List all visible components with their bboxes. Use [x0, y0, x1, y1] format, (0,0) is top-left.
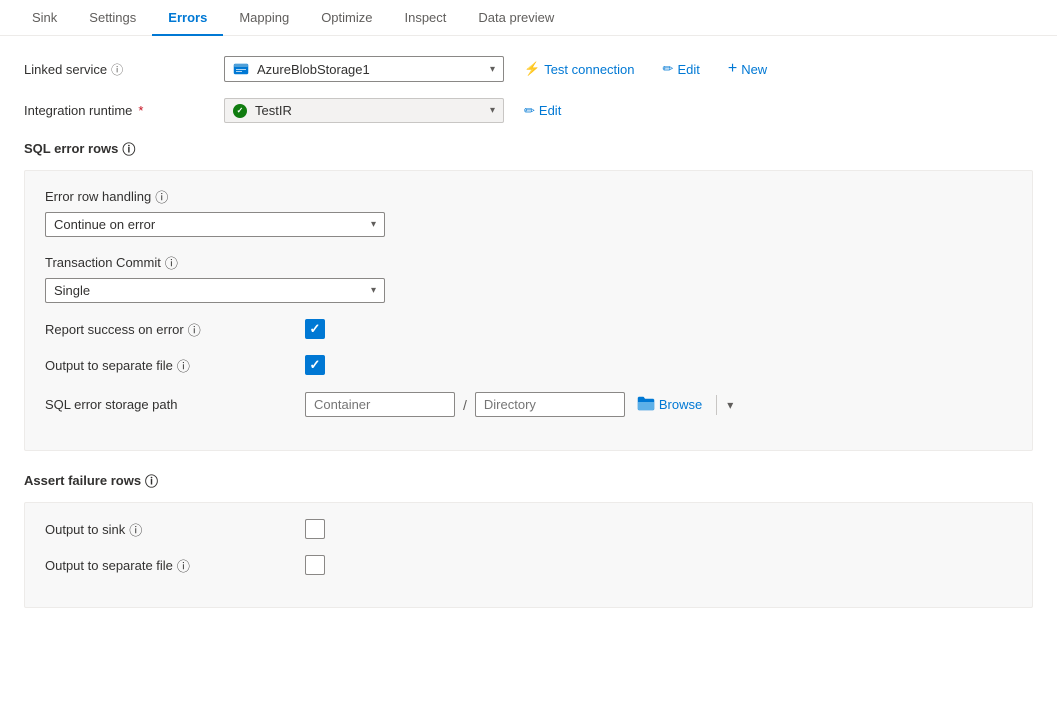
- path-separator: /: [459, 397, 471, 413]
- edit-linked-service-button[interactable]: ✏ Edit: [655, 57, 708, 81]
- transaction-commit-chevron-icon: ▾: [371, 285, 376, 296]
- integration-runtime-row: Integration runtime * TestIR ▾ ✏ Edit: [24, 98, 1033, 123]
- test-connection-button[interactable]: ⚡ Test connection: [516, 57, 643, 81]
- assert-output-separate-file-row: Output to separate file ⓘ: [45, 555, 1012, 575]
- linked-service-info-icon[interactable]: ⓘ: [111, 61, 123, 78]
- storage-icon: [233, 61, 249, 77]
- error-row-handling-chevron-icon: ▾: [371, 219, 376, 230]
- output-separate-info-icon[interactable]: ⓘ: [177, 356, 190, 375]
- linked-service-controls: AzureBlobStorage1 ▾ ⚡ Test connection ✏ …: [224, 56, 775, 82]
- integration-runtime-controls: TestIR ▾ ✏ Edit: [224, 98, 569, 123]
- expand-storage-path-button[interactable]: ▾: [723, 394, 737, 416]
- tab-optimize[interactable]: Optimize: [305, 0, 388, 35]
- integration-runtime-value: TestIR: [255, 103, 292, 118]
- tab-settings[interactable]: Settings: [73, 0, 152, 35]
- error-row-handling-group: Error row handling ⓘ Continue on error ▾: [45, 187, 1012, 237]
- output-separate-file-checkbox[interactable]: ✓: [305, 355, 325, 375]
- error-row-handling-label: Error row handling ⓘ: [45, 187, 1012, 206]
- edit-runtime-icon: ✏: [524, 103, 535, 119]
- output-to-sink-checkbox[interactable]: [305, 519, 325, 539]
- output-to-sink-info-icon[interactable]: ⓘ: [129, 520, 142, 539]
- report-success-on-error-row: Report success on error ⓘ ✓: [45, 319, 1012, 339]
- storage-path-controls: / Browse ▾: [305, 391, 737, 418]
- tab-sink[interactable]: Sink: [16, 0, 73, 35]
- integration-runtime-dropdown[interactable]: TestIR ▾: [224, 98, 504, 123]
- integration-runtime-chevron-icon: ▾: [490, 105, 495, 116]
- tab-data-preview[interactable]: Data preview: [462, 0, 570, 35]
- main-content: Linked service ⓘ AzureBlobStorage1: [0, 36, 1057, 648]
- new-linked-service-icon: +: [728, 60, 737, 78]
- test-connection-icon: ⚡: [524, 61, 540, 77]
- transaction-commit-info-icon[interactable]: ⓘ: [165, 253, 178, 272]
- directory-input[interactable]: [475, 392, 625, 417]
- browse-divider: [716, 395, 717, 415]
- edit-linked-service-icon: ✏: [663, 61, 674, 77]
- assert-failure-rows-section: Output to sink ⓘ Output to separate file…: [24, 502, 1033, 608]
- error-row-handling-info-icon[interactable]: ⓘ: [155, 187, 168, 206]
- required-asterisk: *: [138, 103, 143, 118]
- browse-button[interactable]: Browse: [629, 391, 710, 418]
- edit-integration-runtime-button[interactable]: ✏ Edit: [516, 99, 569, 123]
- assert-failure-info-icon[interactable]: ⓘ: [145, 471, 158, 490]
- assert-failure-rows-header: Assert failure rows ⓘ: [24, 471, 1033, 490]
- error-row-handling-dropdown[interactable]: Continue on error ▾: [45, 212, 385, 237]
- assert-output-separate-file-checkbox[interactable]: [305, 555, 325, 575]
- tab-inspect[interactable]: Inspect: [388, 0, 462, 35]
- sql-error-rows-section: Error row handling ⓘ Continue on error ▾…: [24, 170, 1033, 451]
- linked-service-label: Linked service ⓘ: [24, 61, 224, 78]
- report-success-info-icon[interactable]: ⓘ: [188, 320, 201, 339]
- folder-icon: [637, 395, 655, 414]
- linked-service-value: AzureBlobStorage1: [257, 62, 370, 77]
- transaction-commit-group: Transaction Commit ⓘ Single ▾: [45, 253, 1012, 303]
- sql-error-storage-path-row: SQL error storage path / Browse ▾: [45, 391, 1012, 418]
- transaction-commit-dropdown[interactable]: Single ▾: [45, 278, 385, 303]
- linked-service-dropdown[interactable]: AzureBlobStorage1 ▾: [224, 56, 504, 82]
- linked-service-row: Linked service ⓘ AzureBlobStorage1: [24, 56, 1033, 82]
- tab-bar: Sink Settings Errors Mapping Optimize In…: [0, 0, 1057, 36]
- output-separate-file-row: Output to separate file ⓘ ✓: [45, 355, 1012, 375]
- report-success-on-error-checkbox[interactable]: ✓: [305, 319, 325, 339]
- sql-error-rows-header: SQL error rows ⓘ: [24, 139, 1033, 158]
- transaction-commit-label: Transaction Commit ⓘ: [45, 253, 1012, 272]
- tab-mapping[interactable]: Mapping: [223, 0, 305, 35]
- integration-runtime-label: Integration runtime *: [24, 103, 224, 118]
- runtime-status-icon: [233, 104, 247, 118]
- linked-service-chevron-icon: ▾: [490, 64, 495, 75]
- tab-errors[interactable]: Errors: [152, 0, 223, 35]
- output-to-sink-row: Output to sink ⓘ: [45, 519, 1012, 539]
- new-linked-service-button[interactable]: + New: [720, 56, 775, 82]
- assert-output-separate-info-icon[interactable]: ⓘ: [177, 556, 190, 575]
- sql-error-rows-info-icon[interactable]: ⓘ: [122, 139, 135, 158]
- container-input[interactable]: [305, 392, 455, 417]
